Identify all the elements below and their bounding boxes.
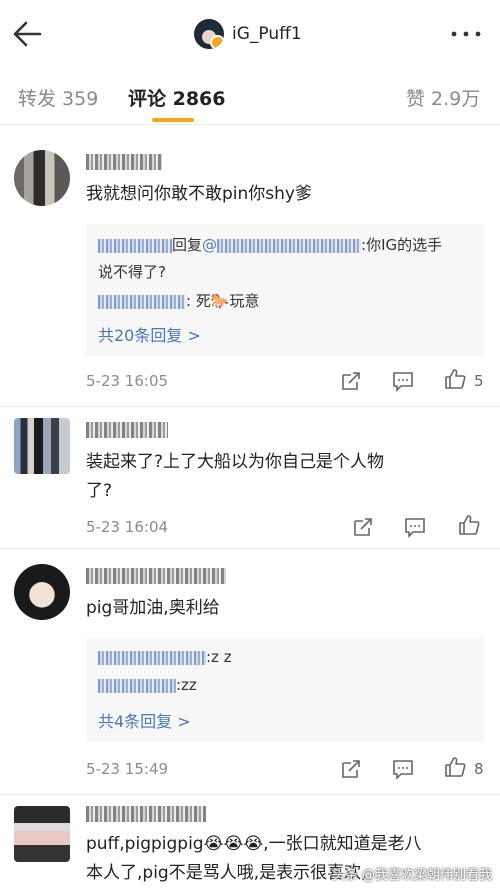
active-tab-indicator: [152, 118, 194, 122]
reply-username[interactable]: [98, 650, 206, 665]
avatar: [194, 19, 224, 49]
comment-icon[interactable]: [404, 516, 426, 538]
more-dots-icon[interactable]: [446, 24, 486, 44]
avatar[interactable]: [14, 150, 70, 206]
comment-text: pig哥加油,奥利给: [86, 598, 220, 618]
comment-text: 装起来了?上了大船以为你自己是个人物 了?: [86, 452, 385, 501]
watermark: 头条 @我喜欢梁朝伟别看我: [331, 868, 492, 883]
reply-line: : 死🐎玩意: [98, 290, 260, 311]
like-icon[interactable]: [444, 756, 466, 778]
more-replies-link[interactable]: 共4条回复 >: [98, 708, 191, 732]
avatar[interactable]: [14, 418, 70, 474]
comment-icon[interactable]: [392, 758, 414, 780]
tab-reposts[interactable]: 转发 359: [18, 84, 98, 111]
comment-text: 我就想问你敢不敢pin你shy爹: [86, 184, 312, 204]
username[interactable]: [86, 806, 206, 822]
comment-timestamp: 5-23 16:04: [86, 518, 169, 536]
reply-line-cont: 说不得了?: [98, 263, 166, 281]
reply-username[interactable]: [98, 678, 176, 693]
page-title: iG_Puff1: [232, 24, 302, 44]
avatar[interactable]: [14, 564, 70, 620]
reply-line: :z z: [98, 648, 232, 666]
comment-timestamp: 5-23 16:05: [86, 372, 169, 390]
comment-timestamp: 5-23 15:49: [86, 760, 169, 778]
top-bar: iG_Puff1: [0, 0, 500, 68]
username[interactable]: [86, 154, 162, 170]
like-count: 8: [474, 760, 484, 778]
arrow-left-icon[interactable]: [10, 16, 48, 52]
share-icon[interactable]: [352, 516, 374, 538]
tab-likes[interactable]: 赞 2.9万: [406, 84, 480, 111]
verified-badge-icon: [210, 35, 224, 49]
avatar[interactable]: [14, 806, 70, 862]
share-icon[interactable]: [340, 370, 362, 392]
mention-username[interactable]: [217, 238, 362, 253]
username[interactable]: [86, 568, 226, 584]
reply-line: :zz: [98, 676, 197, 694]
reply-username[interactable]: [98, 238, 172, 253]
divider: [0, 406, 500, 407]
tab-bar: 转发 359 评论 2866 赞 2.9万: [0, 68, 500, 125]
horse-emoji-icon: 🐎: [210, 292, 230, 310]
like-count: 5: [474, 372, 484, 390]
divider: [0, 794, 500, 795]
reply-preview[interactable]: 回复@:你IG的选手 说不得了? : 死🐎玩意 共20条回复 >: [86, 224, 484, 356]
like-icon[interactable]: [444, 368, 466, 390]
like-icon[interactable]: [458, 514, 480, 536]
divider: [0, 548, 500, 549]
comment-icon[interactable]: [392, 370, 414, 392]
reply-line: 回复@:你IG的选手: [98, 234, 442, 255]
share-icon[interactable]: [340, 758, 362, 780]
reply-preview[interactable]: :z z :zz 共4条回复 >: [86, 638, 484, 742]
profile-title[interactable]: iG_Puff1: [194, 14, 302, 54]
tab-comments[interactable]: 评论 2866: [128, 84, 226, 111]
username[interactable]: [86, 422, 168, 438]
more-replies-link[interactable]: 共20条回复 >: [98, 322, 201, 346]
reply-username[interactable]: [98, 294, 186, 309]
